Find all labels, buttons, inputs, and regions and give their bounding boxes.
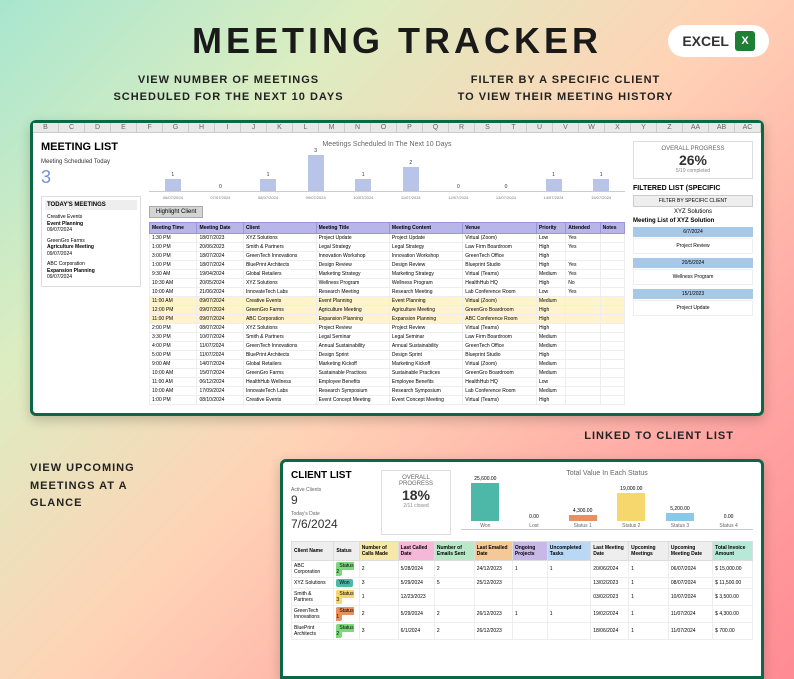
filter-title: FILTERED LIST (SPECIFIC: [633, 185, 753, 192]
today-meeting-item[interactable]: Creative EventsEvent Planning09/07/2024: [45, 212, 137, 236]
table-row[interactable]: 3:30 PM10/07/2024Smith & PartnersLegal S…: [150, 333, 625, 342]
table-row[interactable]: 10:00 AM21/06/2024InnovateTech LabsResea…: [150, 288, 625, 297]
callout-top-right: FILTER BY A SPECIFIC CLIENT TO VIEW THEI…: [397, 72, 734, 105]
progress-box: OVERALL PROGRESS 26% 5/19 completed: [633, 141, 753, 179]
table-row[interactable]: BluePrint ArchitectsStatus 236/1/2024226…: [292, 623, 753, 640]
filtered-meeting[interactable]: Project Review: [633, 238, 753, 254]
highlight-client-button[interactable]: Highlight Client: [149, 206, 203, 218]
meeting-list-window: BCDEFGHIJKLMNOPQRSTUVWXYZAAABAC MEETING …: [30, 120, 764, 416]
table-row[interactable]: 10:00 AM17/09/2024InnovateTech LabsResea…: [150, 387, 625, 396]
table-row[interactable]: 1:30 PM18/07/2023XYZ SolutionsProject Up…: [150, 234, 625, 243]
filtered-date: 20/5/2024: [633, 258, 753, 268]
today-meetings-panel: TODAY'S MEETINGS Creative EventsEvent Pl…: [41, 196, 141, 287]
filtered-meeting[interactable]: Wellness Program: [633, 269, 753, 285]
client-table[interactable]: Client NameStatusNumber of Calls MadeLas…: [291, 541, 753, 640]
callout-right: LINKED TO CLIENT LIST: [584, 430, 734, 442]
client-bar-chart: 25,600.00Won0.00Lost4,300.00Status 119,0…: [461, 480, 753, 530]
today-date: 7/6/2024: [291, 517, 371, 531]
progress-sub: 5/19 completed: [638, 168, 748, 174]
table-row[interactable]: ABC CorporationStatus 225/28/2024224/12/…: [292, 561, 753, 578]
filter-client-dropdown[interactable]: XYZ Solutions: [633, 209, 753, 215]
excel-icon: X: [735, 31, 755, 51]
filtered-date: 6/7/2024: [633, 227, 753, 237]
table-row[interactable]: GreenTech InnovationsStatus 125/29/20242…: [292, 606, 753, 623]
table-row[interactable]: 4:00 PM11/07/2024GreenTech InnovationsAn…: [150, 342, 625, 351]
today-meeting-item[interactable]: GreenGro FarmsAgriculture Meeting09/07/2…: [45, 236, 137, 260]
table-row[interactable]: 9:00 AM14/07/2024Global RetailersMarketi…: [150, 360, 625, 369]
excel-label: EXCEL: [682, 33, 729, 49]
callout-left: VIEW UPCOMING MEETINGS AT A GLANCE: [30, 460, 135, 513]
filter-label: FILTER BY SPECIFIC CLIENT: [633, 195, 753, 207]
table-row[interactable]: 2:00 PM08/07/2024XYZ SolutionsProject Re…: [150, 324, 625, 333]
scheduled-today-count: 3: [41, 167, 141, 188]
table-row[interactable]: 12:00 PM09/07/2024GreenGro FarmsAgricult…: [150, 306, 625, 315]
column-headers: BCDEFGHIJKLMNOPQRSTUVWXYZAAABAC: [33, 123, 761, 133]
client-progress-box: OVERALL PROGRESS 18% 2/11 closed: [381, 470, 451, 535]
client-list-title: CLIENT LIST: [291, 470, 371, 481]
callout-top-left: VIEW NUMBER OF MEETINGS SCHEDULED FOR TH…: [60, 72, 397, 105]
meeting-list-title: MEETING LIST: [41, 141, 141, 153]
meetings-bar-chart: 1013120011: [149, 152, 625, 192]
excel-badge: EXCEL X: [668, 25, 769, 57]
table-row[interactable]: 1:00 PM20/06/2023Smith & PartnersLegal S…: [150, 243, 625, 252]
table-row[interactable]: 11:00 AM09/07/2024Creative EventsEvent P…: [150, 297, 625, 306]
filtered-meeting[interactable]: Project Update: [633, 300, 753, 316]
meetings-table[interactable]: Meeting TimeMeeting DateClientMeeting Ti…: [149, 222, 625, 405]
table-row[interactable]: 5:00 PM11/07/2024BluePrint ArchitectsDes…: [150, 351, 625, 360]
table-row[interactable]: 10:00 AM15/07/2024GreenGro FarmsSustaina…: [150, 369, 625, 378]
table-row[interactable]: 10:30 AM20/05/2024XYZ SolutionsWellness …: [150, 279, 625, 288]
table-row[interactable]: XYZ SolutionsWon35/29/2024525/12/202313/…: [292, 578, 753, 589]
table-row[interactable]: 11:00 PM09/07/2024ABC CorporationExpansi…: [150, 315, 625, 324]
client-list-window: CLIENT LIST Active Clients 9 Today's Dat…: [280, 459, 764, 679]
active-clients-count: 9: [291, 493, 371, 507]
chart-title: Meetings Scheduled In The Next 10 Days: [149, 141, 625, 148]
table-row[interactable]: 3:00 PM18/07/2024GreenTech InnovationsIn…: [150, 252, 625, 261]
table-row[interactable]: 1:00 PM08/10/2024Creative EventsEvent Co…: [150, 396, 625, 405]
table-row[interactable]: 1:00 PM18/07/2024BluePrint ArchitectsDes…: [150, 261, 625, 270]
progress-pct: 26%: [638, 152, 748, 168]
table-row[interactable]: Smith & PartnersStatus 3112/23/202303/02…: [292, 589, 753, 606]
table-row[interactable]: 9:30 AM19/04/2024Global RetailersMarketi…: [150, 270, 625, 279]
scheduled-today-label: Meeting Scheduled Today: [41, 159, 141, 165]
today-meeting-item[interactable]: ABC CorporationExpansion Planning09/07/2…: [45, 259, 137, 283]
table-row[interactable]: 11:00 AM06/12/2024HealthHub WellnessEmpl…: [150, 378, 625, 387]
filtered-date: 15/1/2023: [633, 289, 753, 299]
filtered-list-title: Meeting List of XYZ Solution: [633, 218, 753, 224]
today-meetings-title: TODAY'S MEETINGS: [45, 200, 137, 210]
